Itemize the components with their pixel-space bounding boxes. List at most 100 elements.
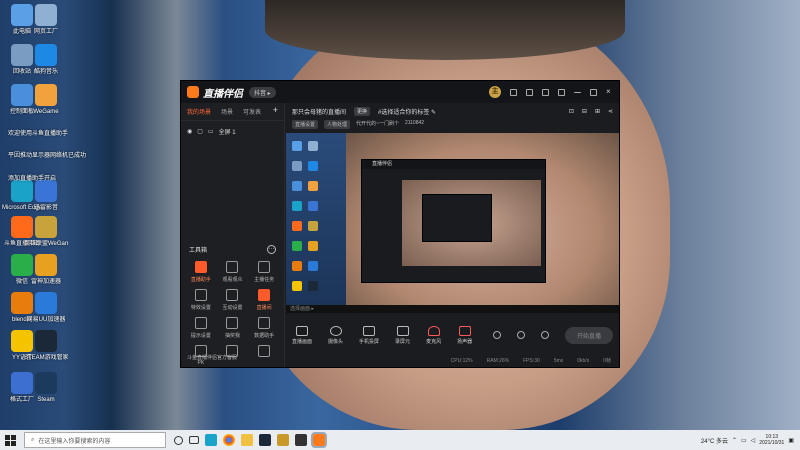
live-stream-app-window[interactable]: 直播伴侣 抖音 ▸ 主 × 我的场景 场景 可发表 + ◉ ▢ ▭ 全屏 1 工… bbox=[180, 80, 620, 368]
tool-button[interactable]: 直播间 bbox=[248, 289, 280, 311]
speaker-button[interactable]: 扬声器 bbox=[457, 325, 472, 345]
live-app-taskbar-icon[interactable] bbox=[311, 432, 327, 448]
manage-icon[interactable]: ⊞ bbox=[595, 108, 600, 115]
system-tray: 24°C 多云 ⌃ ▭ ◁ 10:13 2021/10/31 ▣ bbox=[701, 434, 800, 446]
tool-icon bbox=[226, 317, 239, 329]
tools-header: 工具箱 bbox=[189, 248, 208, 254]
taskbar: ⌕ 在这里输入你要搜索的内容 24°C 多云 ⌃ ▭ ◁ 10:13 2021/… bbox=[0, 430, 800, 450]
share-icon[interactable]: ⋖ bbox=[608, 108, 613, 115]
beauty-icon[interactable] bbox=[492, 331, 501, 339]
portrait-button[interactable]: 人物处理 bbox=[324, 120, 351, 129]
tool-button[interactable]: 直播助手 bbox=[185, 261, 217, 283]
desktop-icon[interactable]: STEAM游戏管家 bbox=[24, 330, 68, 362]
gift-icon[interactable]: ⊡ bbox=[569, 108, 574, 115]
microphone-button[interactable]: 麦克风 bbox=[426, 325, 441, 345]
desktop-icon-label: Steam bbox=[37, 397, 55, 403]
skin-icon[interactable] bbox=[526, 88, 533, 96]
desktop-app-icon bbox=[35, 4, 57, 26]
nested-brand: 直播伴侣 bbox=[362, 160, 545, 169]
desktop-icon[interactable]: WeGame bbox=[24, 84, 68, 116]
live-settings-button[interactable]: 直播设置 bbox=[292, 120, 319, 129]
screen-capture-button[interactable]: 直播画面 bbox=[292, 325, 312, 345]
tool-button[interactable] bbox=[248, 345, 280, 366]
browser-icon[interactable] bbox=[205, 434, 217, 446]
tools-more-icon[interactable]: ··· bbox=[267, 245, 276, 254]
network-icon[interactable]: ▭ bbox=[741, 437, 747, 444]
tool-button[interactable]: 特效设置 bbox=[185, 289, 217, 311]
tool-button[interactable]: 互动设置 bbox=[217, 289, 249, 311]
volume-icon[interactable]: ◁ bbox=[751, 437, 756, 444]
tray-chevron-icon[interactable]: ⌃ bbox=[732, 437, 737, 444]
desktop-icon-label: 酷狗音乐 bbox=[33, 69, 58, 75]
clock[interactable]: 10:13 2021/10/31 bbox=[759, 434, 784, 446]
tool-label: 数据助手 bbox=[254, 333, 275, 339]
desktop-icon[interactable]: 英雄联盟WeGame版 bbox=[24, 216, 68, 248]
background-hair bbox=[265, 0, 625, 60]
steam-icon[interactable] bbox=[259, 434, 271, 446]
user-avatar[interactable]: 主 bbox=[489, 86, 501, 98]
settings-gear-icon[interactable] bbox=[540, 331, 549, 339]
desktop-note: 添加直播助手开启 bbox=[8, 176, 57, 182]
notification-icon[interactable]: ▣ bbox=[788, 437, 794, 444]
desktop-icon[interactable]: Steam bbox=[24, 372, 68, 404]
app-titlebar[interactable]: 直播伴侣 抖音 ▸ 主 × bbox=[181, 81, 619, 103]
app-icon[interactable] bbox=[295, 434, 307, 446]
desktop-icon[interactable]: 酷狗音乐 bbox=[24, 44, 68, 76]
tab-publish[interactable]: 可发表 bbox=[243, 107, 261, 116]
weather-text[interactable]: 24°C 多云 bbox=[701, 436, 728, 445]
cortana-icon[interactable] bbox=[174, 435, 183, 445]
message-icon[interactable] bbox=[510, 88, 517, 96]
stream-preview[interactable]: 直播伴侣 选择画面 ▸ bbox=[286, 133, 619, 313]
tool-label: 观看观众 bbox=[222, 277, 243, 283]
tab-scenes[interactable]: 场景 bbox=[221, 107, 233, 116]
recording-button[interactable]: 录屏元 bbox=[395, 325, 410, 345]
menu-icon[interactable] bbox=[558, 88, 565, 96]
tool-button[interactable]: 观看观众 bbox=[217, 261, 249, 283]
store-icon[interactable]: ⊟ bbox=[582, 108, 587, 115]
room-title[interactable]: 那只会母猪的直播间 bbox=[292, 107, 346, 116]
settings-icon[interactable] bbox=[542, 88, 549, 96]
change-button[interactable]: 更换 bbox=[354, 107, 371, 116]
game-icon[interactable] bbox=[277, 434, 289, 446]
chrome-icon[interactable] bbox=[223, 434, 235, 446]
desktop-app-icon bbox=[35, 44, 57, 66]
desktop-icon-label: 网易UU加速器 bbox=[26, 317, 66, 323]
support-tip[interactable]: 斗鱼直播伴侣官方客服 bbox=[187, 354, 237, 361]
task-view-icon[interactable] bbox=[189, 436, 199, 444]
camera-icon bbox=[329, 325, 342, 336]
tool-button[interactable]: 主播任务 bbox=[248, 261, 280, 283]
desktop-icon[interactable]: 雷神加速器 bbox=[24, 254, 68, 286]
tool-icon bbox=[194, 317, 207, 329]
taskbar-search-input[interactable]: ⌕ 在这里输入你要搜索的内容 bbox=[24, 432, 166, 448]
desktop-icon[interactable]: 网易UU加速器 bbox=[24, 292, 68, 324]
desktop-icon-label: WeGame bbox=[33, 109, 59, 115]
version-badge[interactable]: 抖音 ▸ bbox=[249, 86, 276, 98]
add-scene-button[interactable]: + bbox=[273, 106, 278, 116]
phone-cast-button[interactable]: 手机投屏 bbox=[359, 325, 379, 345]
tool-label: 互动设置 bbox=[222, 305, 243, 311]
desktop-icon[interactable]: 网页工厂 bbox=[24, 4, 68, 36]
preview-select-bar[interactable]: 选择画面 ▸ bbox=[286, 305, 619, 313]
desktop-icon[interactable]: 迅雷影音 bbox=[24, 180, 68, 212]
maximize-icon[interactable] bbox=[590, 88, 597, 96]
minimize-icon[interactable] bbox=[574, 91, 581, 93]
tool-label: 提示设置 bbox=[190, 333, 211, 339]
close-icon[interactable]: × bbox=[606, 87, 613, 96]
folder-icon[interactable] bbox=[241, 434, 253, 446]
source-controls: 直播画面 摄像头 手机投屏 录屏元 麦克风 扬声器 开始直播 bbox=[286, 321, 619, 349]
desktop-app-icon bbox=[35, 84, 57, 106]
camera-button[interactable]: 摄像头 bbox=[328, 325, 343, 345]
latency-stat: 5ms bbox=[553, 358, 564, 364]
scene-item[interactable]: ◉ ▢ ▭ 全屏 1 bbox=[181, 121, 284, 142]
effects-icon[interactable] bbox=[516, 331, 525, 339]
start-live-button[interactable]: 开始直播 bbox=[564, 326, 613, 344]
start-button[interactable] bbox=[0, 430, 20, 450]
tool-button[interactable]: 提示设置 bbox=[185, 317, 217, 339]
topic-tag[interactable]: #选择适合你的标签 ✎ bbox=[378, 107, 436, 116]
eye-icon[interactable]: ◉ bbox=[187, 128, 192, 135]
lock-icon[interactable]: ▢ bbox=[197, 128, 203, 135]
tool-button[interactable]: 抽奖我 bbox=[217, 317, 249, 339]
tab-my-scenes[interactable]: 我的场景 bbox=[187, 107, 211, 116]
desktop-icon-label: 迅雷影音 bbox=[33, 205, 58, 211]
tool-button[interactable]: 数据助手 bbox=[248, 317, 280, 339]
